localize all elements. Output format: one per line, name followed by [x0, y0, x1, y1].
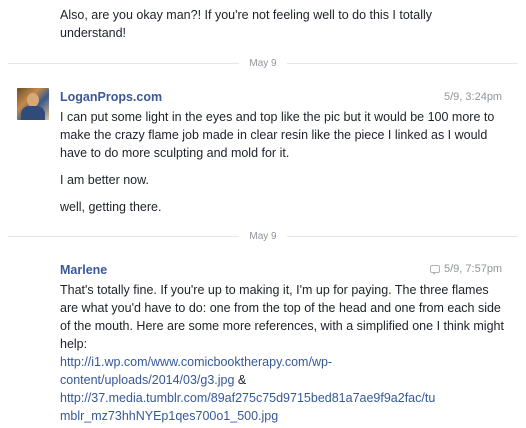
divider-line [8, 62, 240, 64]
chat-icon [430, 265, 440, 275]
message-body: I am better now. [60, 171, 505, 189]
sender-name[interactable]: LoganProps.com [60, 90, 162, 104]
timestamp-text: 5/9, 7:57pm [444, 263, 503, 275]
message-text: I can put some light in the eyes and top… [60, 110, 495, 160]
previous-message-text: Also, are you okay man?! If you're not f… [60, 8, 433, 40]
divider-date: May 9 [249, 57, 277, 69]
link-part: mblr_mz73hhNYEp1qes700o1_500.jpg [60, 409, 279, 423]
avatar-loganprops[interactable] [17, 88, 49, 120]
avatar-body [21, 106, 45, 120]
message-body: well, getting there. [60, 198, 505, 216]
divider-line [8, 235, 240, 237]
link-part: content/uploads/2014/03/g3.jpg [60, 373, 235, 387]
date-divider: May 9 [8, 56, 519, 70]
reference-link[interactable]: http://i1.wp.com/www.comicbooktherapy.co… [60, 355, 332, 387]
message-thread: Also, are you okay man?! If you're not f… [0, 0, 526, 428]
link-part: http://37.media.tumblr.com/89af275c75d97… [60, 391, 436, 405]
sender-name[interactable]: Marlene [60, 263, 107, 277]
message-text-content: That's totally fine. If you're up to mak… [60, 283, 504, 351]
message-body: That's totally fine. If you're up to mak… [60, 281, 505, 425]
message-body: I can put some light in the eyes and top… [60, 108, 505, 162]
message-text: well, getting there. [60, 200, 162, 214]
previous-message: Also, are you okay man?! If you're not f… [60, 6, 500, 42]
reference-link[interactable]: http://37.media.tumblr.com/89af275c75d97… [60, 391, 435, 423]
divider-date: May 9 [249, 230, 277, 242]
date-divider: May 9 [8, 229, 519, 243]
avatar-face [27, 93, 39, 107]
divider-line [286, 235, 519, 237]
message-text: I am better now. [60, 173, 149, 187]
link-part: http://i1.wp.com/www.comicbooktherapy.co… [60, 355, 333, 369]
message-timestamp: 5/9, 3:24pm [444, 91, 503, 103]
divider-line [286, 62, 519, 64]
link-separator: & [234, 373, 247, 387]
message-timestamp: 5/9, 7:57pm [430, 263, 502, 275]
message-text: That's totally fine. If you're up to mak… [60, 281, 505, 425]
